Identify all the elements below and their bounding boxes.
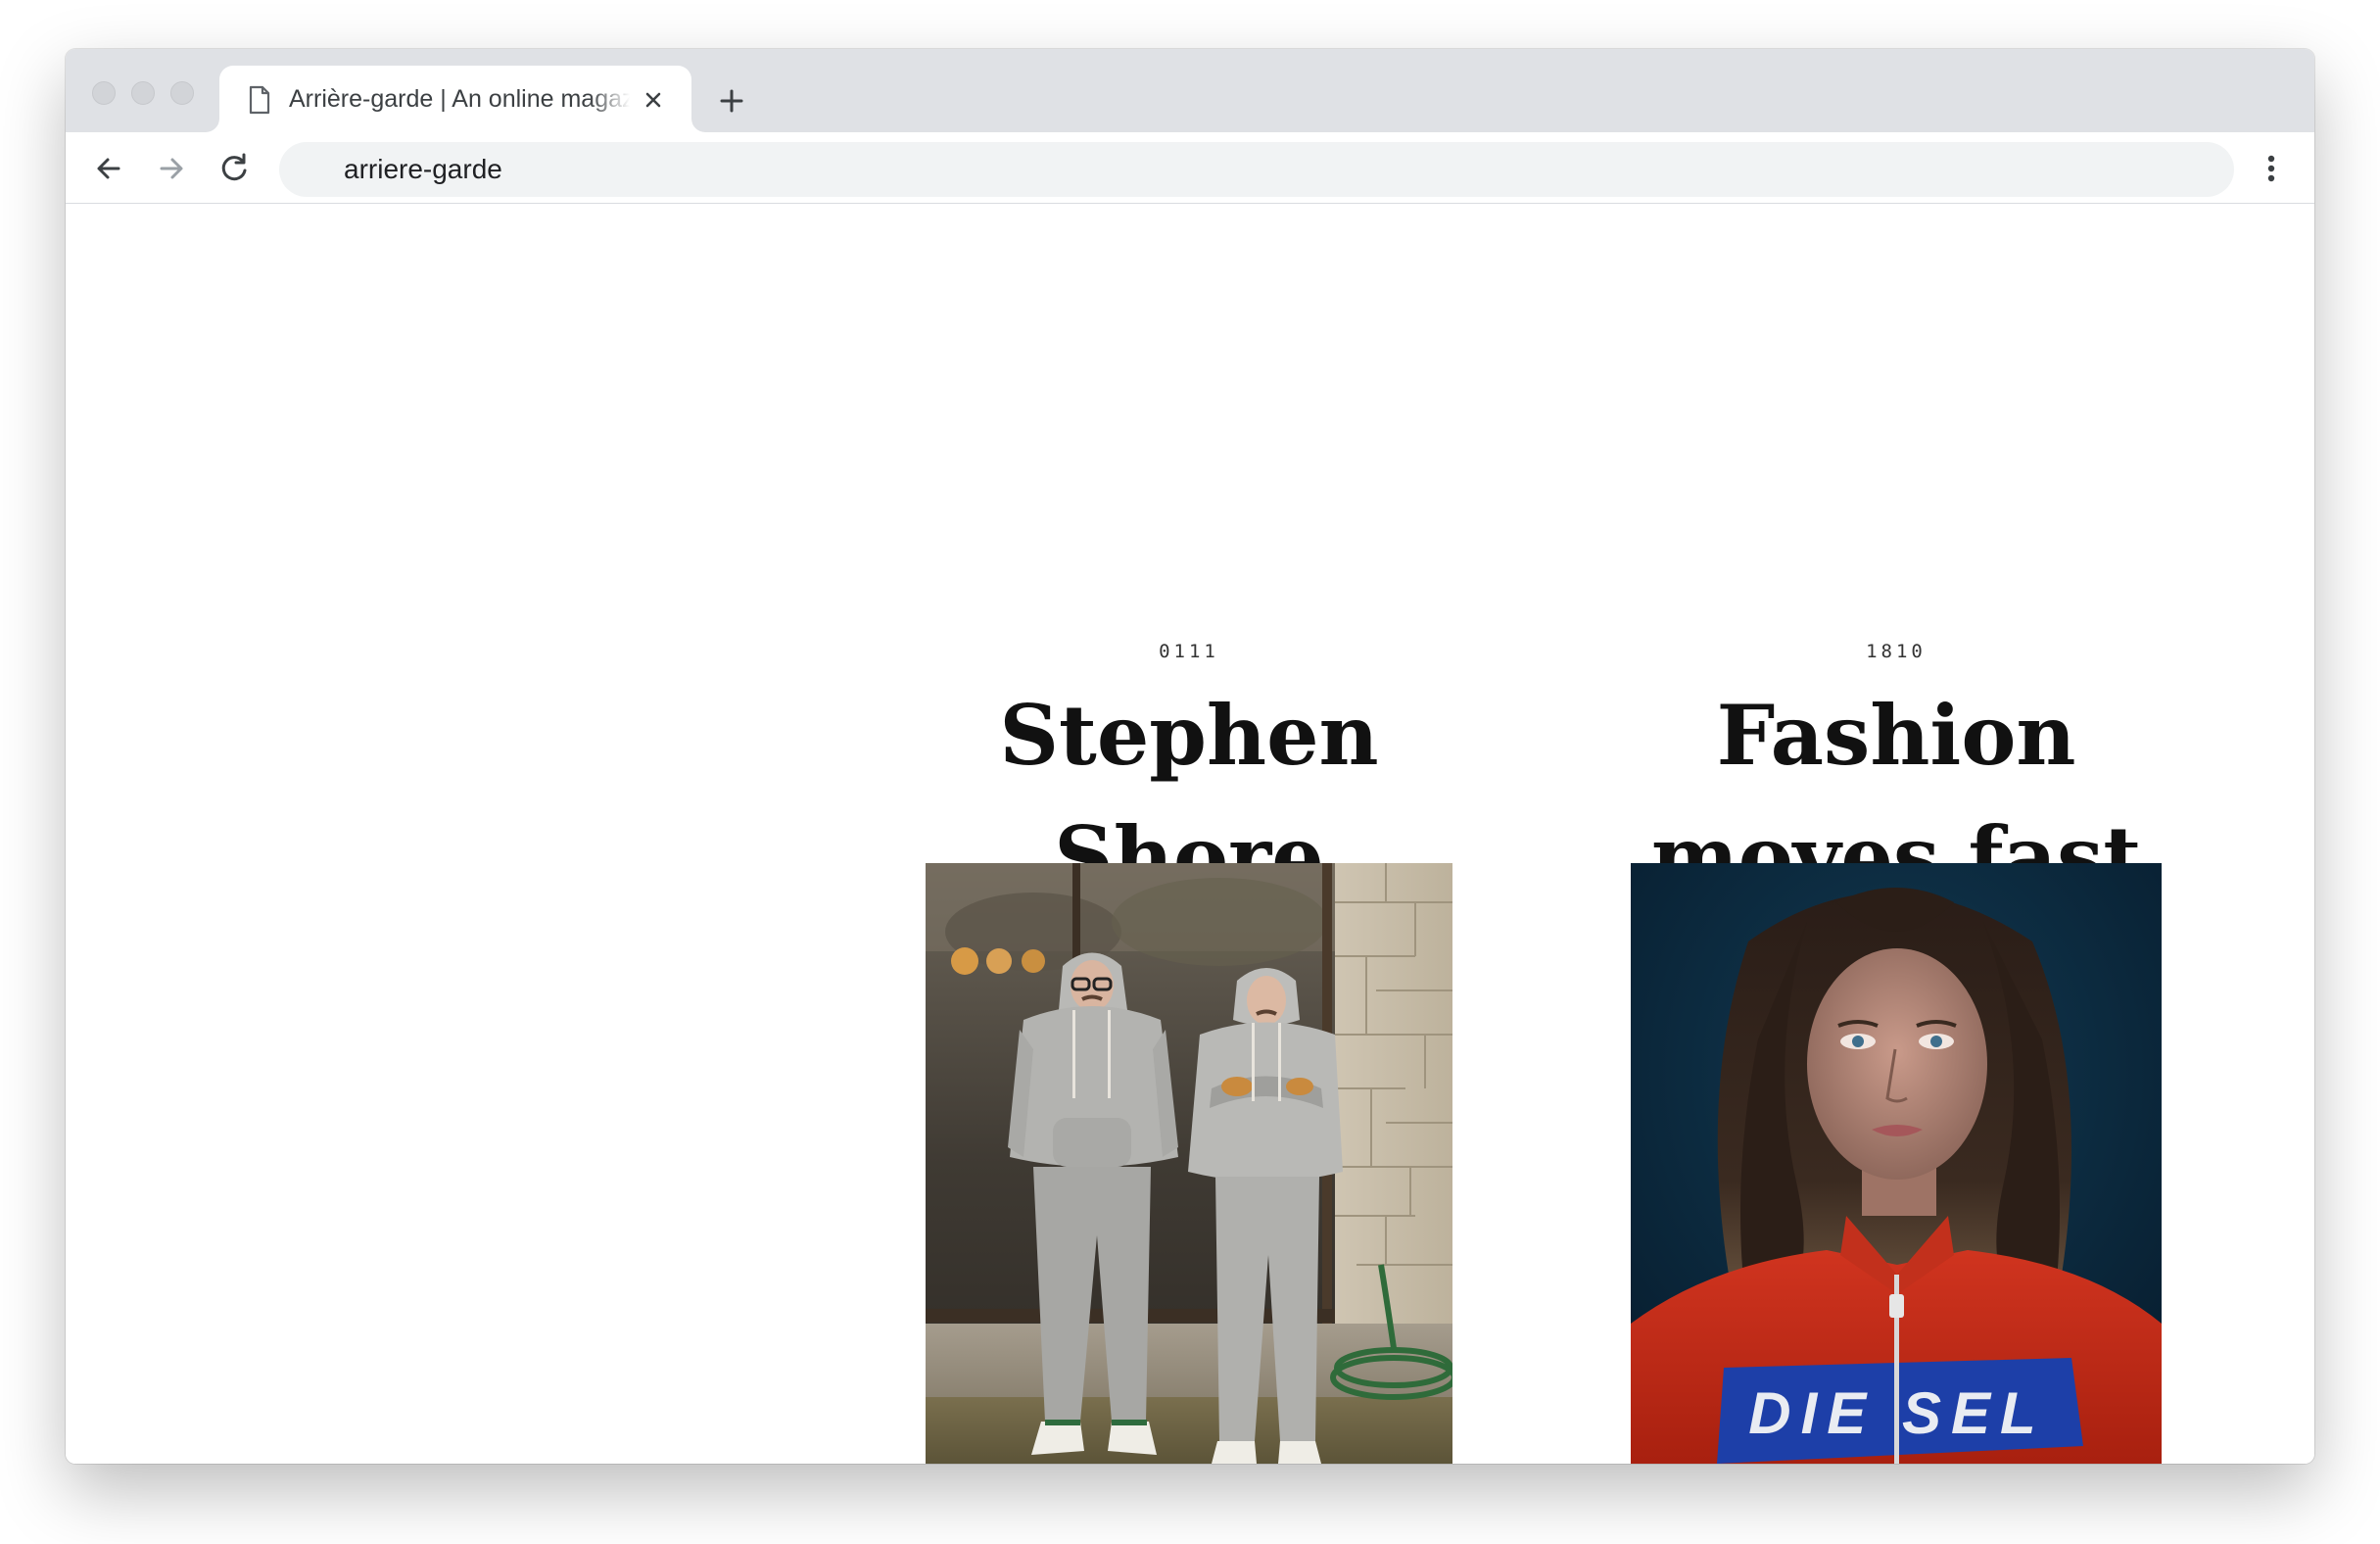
reload-icon[interactable] <box>214 149 254 188</box>
browser-toolbar: arriere-garde <box>66 132 2314 204</box>
article-photo-woman-diesel[interactable]: DIE SEL <box>1631 863 2162 1464</box>
tab-close-icon[interactable] <box>641 87 666 113</box>
arrow-left-icon[interactable] <box>89 149 128 188</box>
tab-title: Arrière-garde | An online magazine <box>289 85 630 113</box>
page-viewport: 0111 Stephen Shore 1810 Fashion moves fa… <box>66 205 2314 1464</box>
article-photo-two-men[interactable] <box>926 863 1452 1464</box>
article-number: 1810 <box>1866 641 1927 662</box>
article-card-fashion-moves-fast[interactable]: 1810 Fashion moves fast DIE SEL <box>1631 205 2162 1464</box>
document-icon <box>249 85 270 115</box>
arrow-right-icon[interactable] <box>152 149 191 188</box>
address-bar[interactable]: arriere-garde <box>279 142 2234 197</box>
browser-tab[interactable]: Arrière-garde | An online magazine <box>219 66 691 132</box>
article-number: 0111 <box>1159 641 1219 662</box>
window-close-button[interactable] <box>92 81 116 105</box>
plus-icon[interactable] <box>712 81 751 121</box>
vertical-dots-icon[interactable] <box>2252 149 2291 188</box>
browser-window: Arrière-garde | An online magazine arrie… <box>66 49 2314 1464</box>
tab-strip: Arrière-garde | An online magazine <box>66 49 2314 132</box>
article-card-stephen-shore[interactable]: 0111 Stephen Shore <box>926 205 1452 1464</box>
window-zoom-button[interactable] <box>170 81 194 105</box>
window-minimize-button[interactable] <box>131 81 155 105</box>
